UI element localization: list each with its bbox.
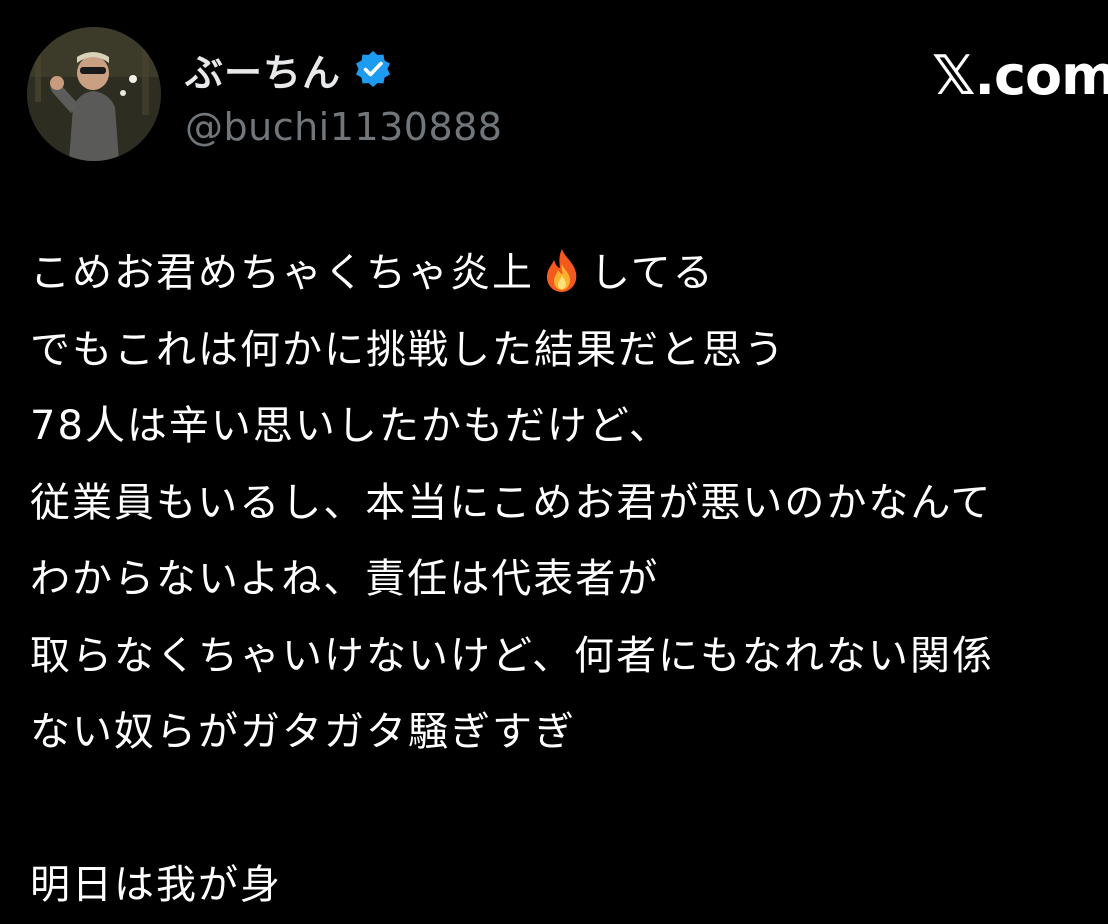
tweet-line-1-text-b: してる — [590, 250, 715, 296]
x-com-logo: 𝕏.com — [932, 44, 1108, 107]
tweet-line-3: 78人は辛い思いしたかもだけど、 — [30, 403, 671, 449]
author-block: ぶーちん @buchi1130888 — [185, 43, 502, 150]
user-handle[interactable]: @buchi1130888 — [185, 105, 502, 149]
tweet-line-1-text-a: こめお君めちゃくちゃ炎上 — [30, 250, 534, 296]
tweet-line-9: 明日は我が身 — [30, 862, 282, 908]
tweet-line-6: 取らなくちゃいけないけど、何者にもなれない関係 — [30, 632, 994, 679]
tweet-line-5: わからないよね、責任は代表者が — [30, 556, 660, 602]
avatar[interactable] — [27, 27, 161, 161]
tweet-line-4: 従業員もいるし、本当にこめお君が悪いのかなんて — [30, 479, 993, 526]
fire-emoji-icon — [538, 243, 586, 292]
tweet-line-1: こめお君めちゃくちゃ炎上 してる — [30, 235, 1108, 312]
display-name[interactable]: ぶーちん — [185, 42, 341, 97]
verified-badge-icon — [353, 49, 393, 89]
display-name-row: ぶーちん — [185, 43, 502, 95]
tweet-line-7: ない奴らがガタガタ騒ぎすぎ — [30, 709, 576, 755]
avatar-photo-icon — [27, 27, 161, 161]
tweet-line-2: でもこれは何かに挑戦した結果だと思う — [30, 326, 786, 373]
tweet-text: こめお君めちゃくちゃ炎上 してる でもこれは何かに挑戦した結果だと思う 78人は… — [30, 235, 1108, 924]
